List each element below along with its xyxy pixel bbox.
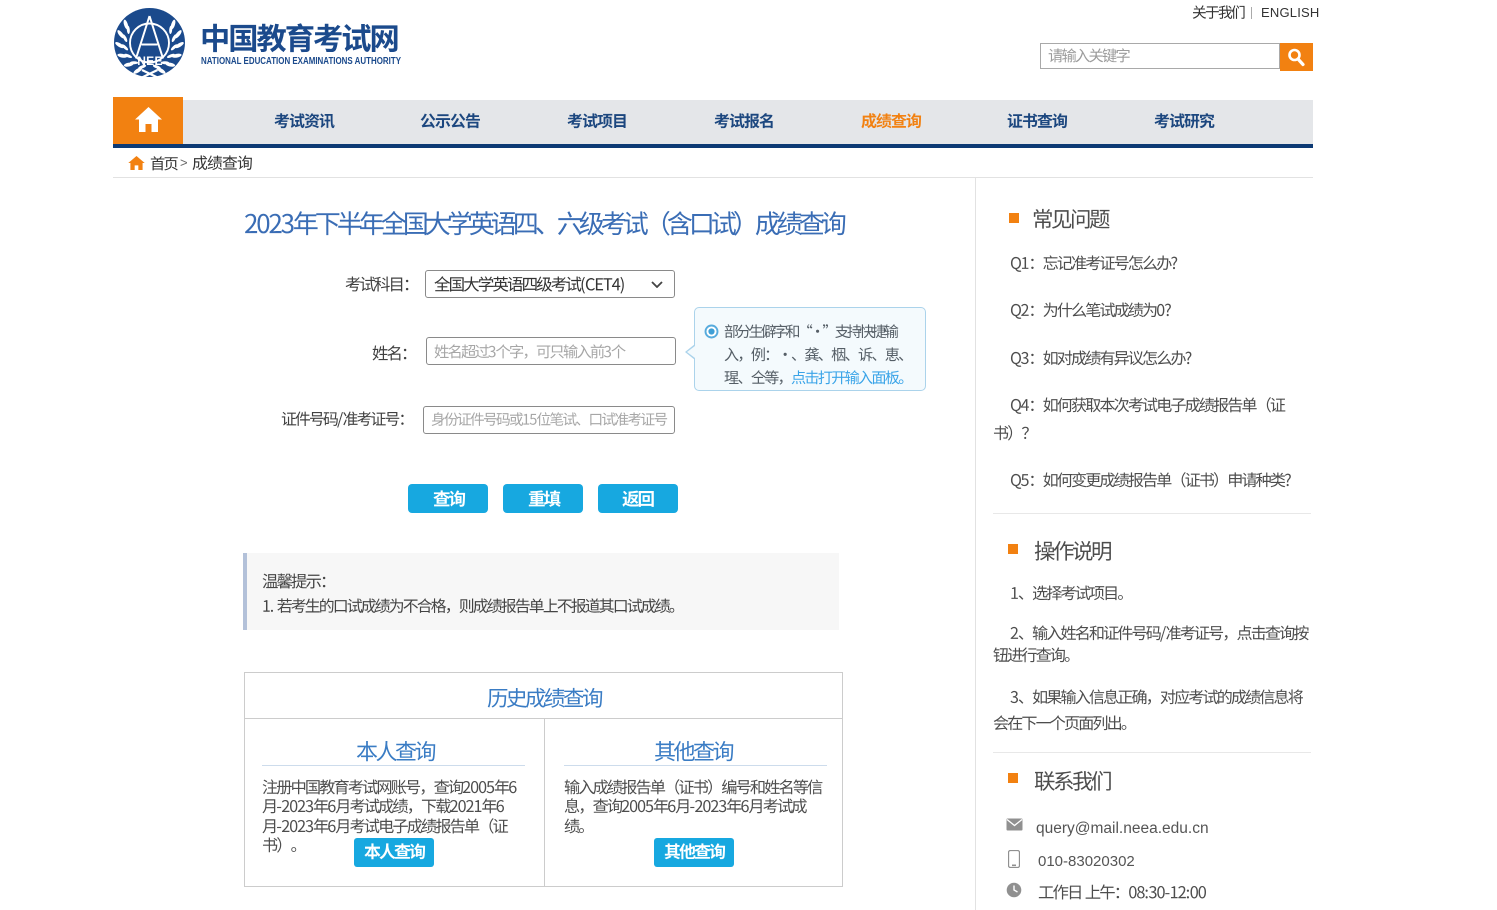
svg-text:NATIONAL EDUCATION EXAMINATION: NATIONAL EDUCATION EXAMINATIONS AUTHORIT… (201, 55, 401, 67)
svg-text:NEE: NEE (137, 54, 163, 68)
